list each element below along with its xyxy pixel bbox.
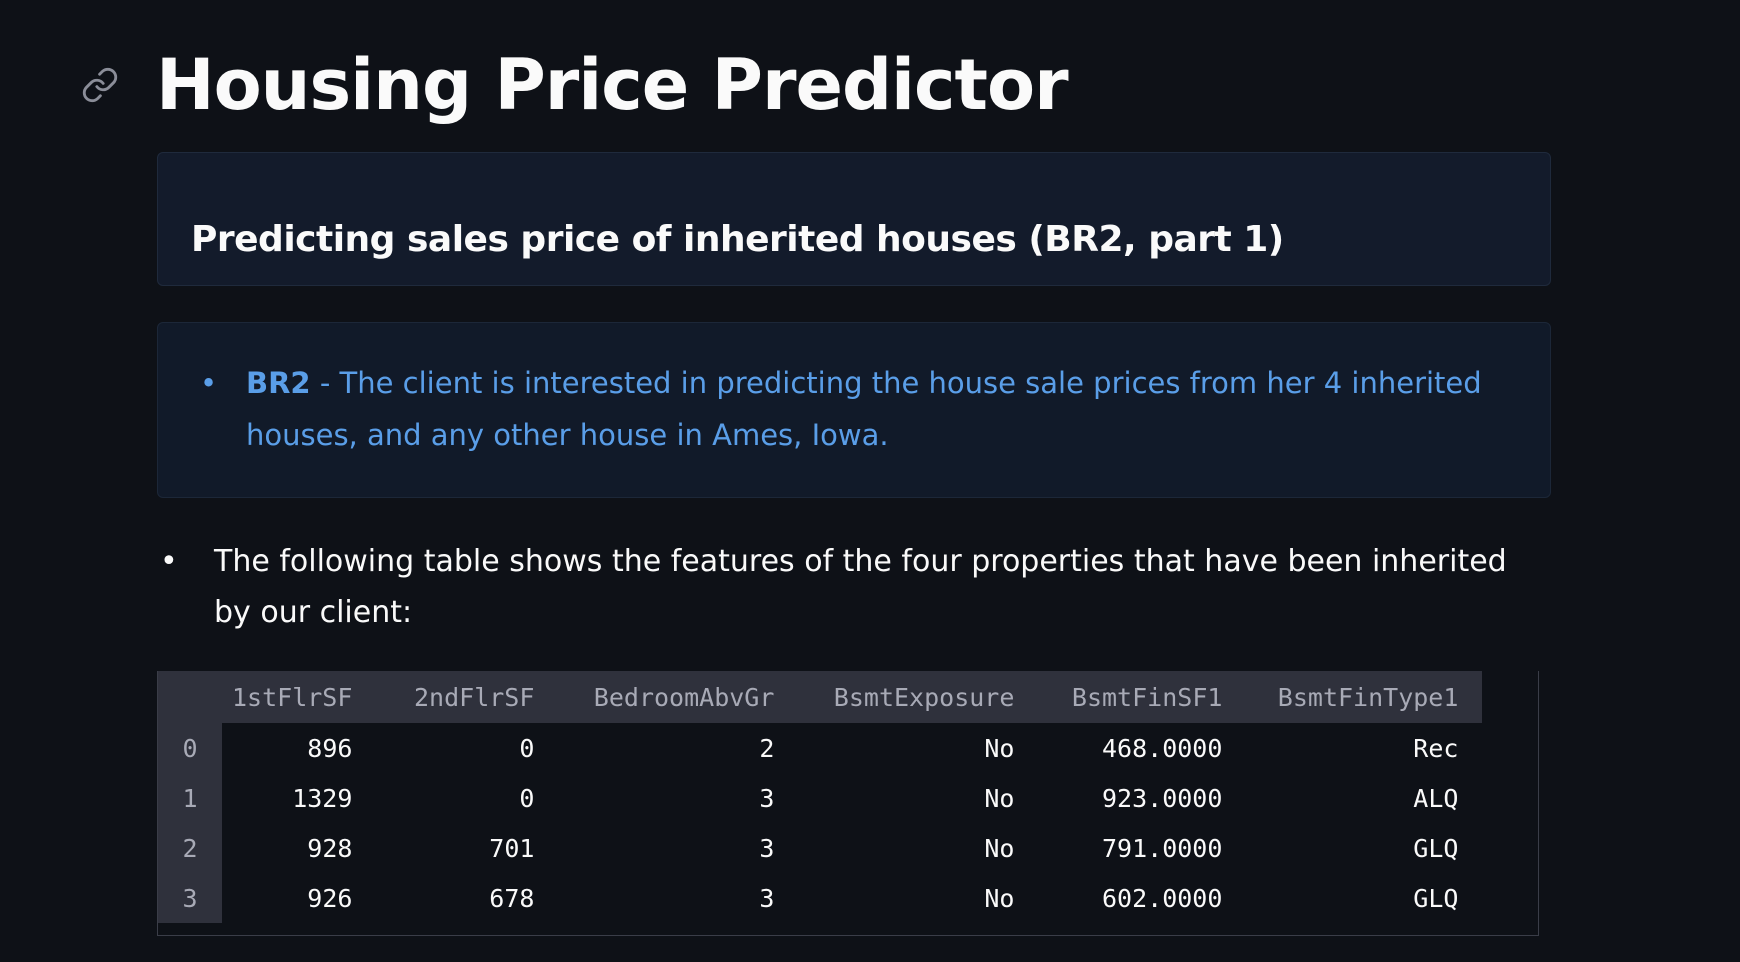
- table-cell: 3: [759, 833, 775, 863]
- column-header[interactable]: BsmtExposure: [798, 671, 1038, 723]
- data-table[interactable]: 1stFlrSF 2ndFlrSF BedroomAbvGr BsmtExpos…: [157, 671, 1539, 936]
- table-cell: 678: [489, 883, 535, 913]
- table-cell: ALQ: [1413, 783, 1459, 813]
- info-description: The client is interested in predicting t…: [246, 366, 1482, 452]
- table-cell: No: [984, 733, 1015, 763]
- table-cell: No: [984, 883, 1015, 913]
- bullet-dot: •: [160, 544, 178, 579]
- table-cell: 3: [759, 783, 775, 813]
- table-cell: Rec: [1413, 733, 1459, 763]
- link-icon[interactable]: [80, 65, 120, 105]
- features-table: 1stFlrSF 2ndFlrSF BedroomAbvGr BsmtExpos…: [158, 671, 1483, 923]
- table-cell: 0: [519, 733, 535, 763]
- page-title: Housing Price Predictor: [156, 44, 1069, 126]
- table-cell: No: [984, 833, 1015, 863]
- subheader: Predicting sales price of inherited hous…: [191, 219, 1284, 260]
- table-cell: 0: [519, 783, 535, 813]
- table-header-row: 1stFlrSF 2ndFlrSF BedroomAbvGr BsmtExpos…: [158, 671, 1483, 723]
- table-cell: 602.0000: [1102, 883, 1223, 913]
- table-cell: 468.0000: [1102, 733, 1223, 763]
- column-header[interactable]: 1stFlrSF: [222, 671, 376, 723]
- column-header[interactable]: BsmtFinType1: [1246, 671, 1482, 723]
- table-row: 0 896 0 2 No 468.0000 Rec: [158, 723, 1482, 773]
- table-cell: 701: [489, 833, 535, 863]
- table-cell: GLQ: [1413, 833, 1459, 863]
- table-cell: 791.0000: [1102, 833, 1223, 863]
- column-header[interactable]: BedroomAbvGr: [558, 671, 798, 723]
- table-row: 1 1329 0 3 No 923.0000 ALQ: [158, 773, 1482, 823]
- info-panel: • BR2 - The client is interested in pred…: [157, 322, 1551, 498]
- row-index: 3: [158, 873, 222, 923]
- info-label: BR2: [246, 366, 311, 400]
- table-cell: 3: [759, 883, 775, 913]
- table-cell: GLQ: [1413, 883, 1459, 913]
- index-header: [158, 671, 222, 723]
- info-text: BR2 - The client is interested in predic…: [246, 357, 1486, 461]
- subheader-panel: Predicting sales price of inherited hous…: [157, 152, 1551, 286]
- row-index: 1: [158, 773, 222, 823]
- table-row: 3 926 678 3 No 602.0000 GLQ: [158, 873, 1482, 923]
- table-cell: 896: [307, 733, 353, 763]
- title-row: Housing Price Predictor: [80, 40, 1069, 130]
- table-cell: 928: [307, 833, 353, 863]
- info-separator: -: [310, 366, 340, 400]
- row-index: 0: [158, 723, 222, 773]
- table-cell: 2: [759, 733, 775, 763]
- table-cell: 926: [307, 883, 353, 913]
- column-header[interactable]: BsmtFinSF1: [1038, 671, 1246, 723]
- table-row: 2 928 701 3 No 791.0000 GLQ: [158, 823, 1482, 873]
- table-cell: No: [984, 783, 1015, 813]
- table-cell: 1329: [292, 783, 353, 813]
- bullet-dot: •: [200, 366, 218, 400]
- table-cell: 923.0000: [1102, 783, 1223, 813]
- description-text: The following table shows the features o…: [214, 544, 1507, 630]
- column-header[interactable]: 2ndFlrSF: [376, 671, 558, 723]
- app-page: Housing Price Predictor Predicting sales…: [0, 0, 1740, 962]
- row-index: 2: [158, 823, 222, 873]
